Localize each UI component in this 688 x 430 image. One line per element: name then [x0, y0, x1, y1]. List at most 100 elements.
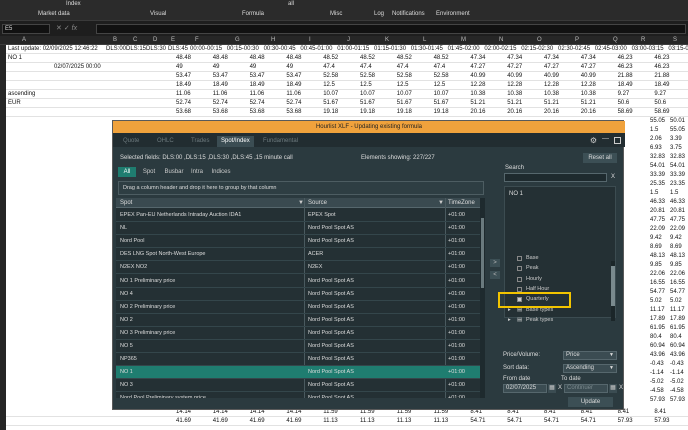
ribbon-group-all[interactable]: all [288, 1, 294, 7]
cell[interactable]: 33.39 [650, 172, 665, 178]
header-cell[interactable]: 02:30-02:45 [558, 46, 590, 52]
cell[interactable]: 12.28 [581, 82, 596, 88]
cell[interactable]: 17.89 [670, 316, 685, 322]
cell[interactable]: 54.71 [581, 418, 596, 424]
cell[interactable]: 52.74 [213, 100, 228, 106]
cell[interactable]: 47.75 [650, 217, 665, 223]
cell[interactable]: 12.5 [397, 82, 409, 88]
header-cell[interactable]: 00:00-00:15 [190, 46, 222, 52]
cell[interactable]: 47.34 [470, 55, 485, 61]
cell[interactable]: -0.43 [650, 361, 664, 367]
cell[interactable]: 57.93 [670, 397, 685, 403]
grid-row[interactable]: EPEX Pan-EU Netherlands Intraday Auction… [116, 209, 480, 222]
cell[interactable]: 49 [176, 64, 183, 70]
grid-row[interactable]: NO 3 Nord Pool Spot AS +01:00 [116, 379, 480, 393]
cell[interactable]: 57.93 [654, 418, 669, 424]
cell[interactable]: 9.85 [670, 262, 682, 268]
column-header[interactable]: R [641, 37, 645, 43]
cell[interactable]: 53.68 [176, 109, 191, 115]
cell[interactable]: 11.13 [360, 418, 375, 424]
cell[interactable]: 8.41 [654, 409, 666, 415]
gear-icon[interactable]: ⚙ [590, 136, 597, 145]
cell[interactable]: 47.34 [581, 55, 596, 61]
cell[interactable]: 61.95 [670, 325, 685, 331]
row-label[interactable]: NO 1 [8, 55, 22, 61]
cell[interactable]: 53.47 [250, 73, 265, 79]
cell[interactable]: -5.02 [650, 379, 664, 385]
cell[interactable]: 52.58 [434, 73, 449, 79]
grid-row[interactable]: NO 2 Nord Pool Spot AS +01:00 [116, 314, 480, 327]
cell[interactable]: 12.28 [507, 82, 522, 88]
cell[interactable]: 51.21 [581, 100, 596, 106]
cell[interactable]: 52.58 [397, 73, 412, 79]
cell[interactable]: 52.74 [250, 100, 265, 106]
grid-row[interactable]: NO 1 Nord Pool Spot AS +01:00 [116, 366, 480, 380]
cell[interactable]: 51.21 [544, 100, 559, 106]
column-header[interactable]: I [309, 37, 311, 43]
cell[interactable]: 1.5 [650, 127, 658, 133]
header-cell[interactable]: 03:15-03:30 [668, 46, 688, 52]
reset-all-button[interactable]: Reset all [583, 153, 617, 163]
grid-row[interactable]: N2EX NO2 N2EX +01:00 [116, 261, 480, 275]
cell[interactable]: 48.52 [323, 55, 338, 61]
tab-trades[interactable]: Trades [187, 136, 213, 147]
header-cell[interactable]: 00:45-01:00 [300, 46, 332, 52]
grid-row[interactable]: Nord Pool Preliminary system price Nord P… [116, 392, 480, 398]
cell[interactable]: 40.99 [470, 73, 485, 79]
calendar-icon[interactable]: ▦ [548, 384, 556, 393]
cell[interactable]: 53.47 [176, 73, 191, 79]
checkbox[interactable] [517, 276, 522, 282]
cell[interactable]: 47.34 [507, 55, 522, 61]
cell[interactable]: 32.83 [650, 154, 665, 160]
cell[interactable]: 53.68 [286, 109, 301, 115]
price-volume-select[interactable]: Price ▼ [563, 351, 617, 360]
column-header[interactable]: A [22, 37, 26, 43]
cell[interactable]: 51.67 [360, 100, 375, 106]
column-header[interactable]: L [423, 37, 426, 43]
cell[interactable]: 11.06 [250, 91, 265, 97]
cell[interactable]: 16.55 [650, 280, 665, 286]
cell[interactable]: 47.34 [544, 55, 559, 61]
cell[interactable]: 33.39 [670, 172, 685, 178]
cell[interactable]: 18.49 [213, 82, 228, 88]
sheet-row[interactable]: EUR 52.74 52.74 52.74 52.74 51.67 51.67 51.67 51… [6, 99, 688, 108]
cell[interactable]: 40.99 [581, 73, 596, 79]
sheet-row[interactable]: Last update: 02/09/2025 12:46:22 DLS:00 DL… [6, 45, 688, 54]
grid-row[interactable]: NL Nord Pool Spot AS +01:00 [116, 222, 480, 236]
cell[interactable]: 47.4 [360, 64, 372, 70]
filter-icon[interactable]: ▼ [438, 200, 444, 206]
cell[interactable]: 51.21 [470, 100, 485, 106]
cell[interactable]: 51.21 [507, 100, 522, 106]
row-label[interactable]: ascending [8, 91, 35, 97]
cell[interactable]: 46.33 [650, 199, 665, 205]
cell[interactable]: 47.4 [434, 64, 446, 70]
cell[interactable]: 53.68 [213, 109, 228, 115]
cell[interactable]: 18.49 [176, 82, 191, 88]
cell[interactable]: 10.07 [397, 91, 412, 97]
sort-select[interactable]: Ascending ▼ [563, 364, 617, 373]
calendar-icon[interactable]: ▦ [609, 384, 617, 393]
cell[interactable]: 57.93 [650, 397, 665, 403]
cell[interactable]: 12.5 [434, 82, 446, 88]
sheet-row[interactable]: 18.49 18.49 18.49 18.49 12.5 12.5 12.5 12.5 12.2… [6, 81, 688, 90]
cell[interactable]: 52.58 [323, 73, 338, 79]
cell[interactable]: 1.5 [670, 190, 678, 196]
cell[interactable]: 54.01 [650, 163, 665, 169]
tab-quote[interactable]: Quote [119, 136, 143, 147]
sheet-row[interactable]: 41.69 41.69 41.69 41.69 11.13 11.13 11.13 11.13… [6, 417, 688, 426]
cell[interactable]: 58.69 [654, 109, 669, 115]
grid-scrollbar[interactable] [480, 198, 485, 398]
cell[interactable]: -0.43 [670, 361, 684, 367]
cell[interactable]: 40.99 [544, 73, 559, 79]
header-cell[interactable]: 01:30-01:45 [411, 46, 443, 52]
cell[interactable]: 21.88 [618, 73, 633, 79]
cell[interactable]: 61.95 [650, 325, 665, 331]
cell[interactable]: 54.71 [544, 418, 559, 424]
cell[interactable]: 52.58 [360, 73, 375, 79]
cell[interactable]: -1.14 [670, 370, 684, 376]
ribbon-group-formula[interactable]: Formula [242, 11, 264, 17]
cell[interactable]: 47.27 [507, 64, 522, 70]
cell[interactable]: 12.28 [470, 82, 485, 88]
cell[interactable]: 46.23 [654, 64, 669, 70]
cell[interactable]: 8.69 [650, 244, 662, 250]
